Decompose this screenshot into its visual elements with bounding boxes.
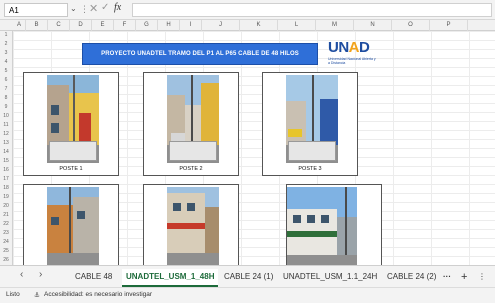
column-header[interactable]: P [430,20,468,31]
row-header[interactable]: 18 [0,184,12,193]
column-header[interactable]: I [180,20,202,31]
more-options-icon: ⋮ [80,4,89,14]
column-header[interactable]: M [316,20,354,31]
street-photo [167,75,219,163]
column-header[interactable]: J [202,20,240,31]
row-header[interactable]: 7 [0,85,12,94]
accessibility-status[interactable]: Accesibilidad: es necesario investigar [44,291,152,298]
row-header[interactable]: 13 [0,139,12,148]
column-header[interactable]: C [48,20,70,31]
more-sheets-button[interactable]: ··· [443,269,451,285]
unad-logo: UNAD Universidad Nacional Abierta y a Di… [328,39,376,70]
column-header[interactable]: H [158,20,180,31]
street-photo [47,75,99,163]
sheet-tab-unadtel-usm-1-1-24h[interactable]: UNADTEL_USM_1.1_24H [283,269,377,285]
row-header[interactable]: 6 [0,76,12,85]
formula-bar: A1 ⌄ ⋮ ✕ ✓ fx [0,0,495,20]
map-inset [288,141,336,161]
photo-card[interactable] [143,184,239,266]
row-header[interactable]: 14 [0,148,12,157]
sheet-tab-cable-24-2[interactable]: CABLE 24 (2) [387,269,436,285]
column-header[interactable]: B [26,20,48,31]
row-header[interactable]: 19 [0,193,12,202]
column-header[interactable]: L [278,20,316,31]
next-sheet-button[interactable]: › [39,269,42,280]
row-header[interactable]: 22 [0,220,12,229]
name-box[interactable]: A1 [4,3,68,17]
row-header[interactable]: 10 [0,112,12,121]
row-header[interactable]: 11 [0,121,12,130]
chevron-down-icon[interactable]: ⌄ [70,4,77,13]
check-icon[interactable]: ✓ [101,2,109,13]
column-header[interactable]: F [114,20,136,31]
prev-sheet-button[interactable]: ‹ [20,269,23,280]
map-inset [49,141,97,161]
add-sheet-button[interactable]: + [461,269,467,285]
photo-card[interactable]: POSTE 3 [262,72,358,176]
formula-input[interactable] [132,3,492,17]
row-header[interactable]: 25 [0,247,12,256]
row-header[interactable]: 23 [0,229,12,238]
row-header[interactable]: 21 [0,211,12,220]
row-header[interactable]: 4 [0,58,12,67]
photo-card[interactable]: POSTE 2 [143,72,239,176]
status-bar: Listo ⚓ Accesibilidad: es necesario inve… [0,287,495,303]
row-header[interactable]: 26 [0,256,12,265]
row-headers: 1 2 3 4 5 6 7 8 9 10 11 12 13 14 15 16 17 18 19 20 21 22 23 24 2… [0,31,13,265]
row-header[interactable]: 12 [0,130,12,139]
column-header[interactable]: E [92,20,114,31]
row-header[interactable]: 8 [0,94,12,103]
row-header[interactable]: 15 [0,157,12,166]
logo-subtitle: Universidad Nacional Abierta y a Distanc… [328,57,376,65]
insert-function-button[interactable]: fx [114,2,121,13]
street-photo [286,75,338,163]
more-options-icon[interactable]: ⋮ [478,269,486,285]
column-header[interactable]: K [240,20,278,31]
map-inset [169,141,217,161]
card-caption: POSTE 1 [59,166,83,172]
sheet-tab-bar: ‹ › CABLE 48 UNADTEL_USM_1_48H CABLE 24 … [0,265,495,287]
sheet-tab-unadtel-usm-1-48h[interactable]: UNADTEL_USM_1_48H [122,269,219,287]
street-photo [167,187,219,266]
row-header[interactable]: 1 [0,31,12,40]
row-header[interactable]: 20 [0,202,12,211]
column-header[interactable]: D [70,20,92,31]
sheet-tab-cable-24-1[interactable]: CABLE 24 (1) [224,269,273,285]
column-header[interactable]: O [392,20,430,31]
column-header[interactable]: N [354,20,392,31]
row-header[interactable]: 3 [0,49,12,58]
photo-card[interactable] [286,184,382,266]
photo-card[interactable]: POSTE 1 [23,72,119,176]
column-header[interactable]: A [13,20,26,31]
row-header[interactable]: 16 [0,166,12,175]
row-header[interactable]: 17 [0,175,12,184]
project-title-banner: PROYECTO UNADTEL TRAMO DEL P1 AL P65 CAB… [82,43,318,65]
row-header[interactable]: 2 [0,40,12,49]
photo-card[interactable] [23,184,119,266]
row-header[interactable]: 9 [0,103,12,112]
logo-text: UNAD [328,39,370,56]
row-header[interactable]: 5 [0,67,12,76]
card-caption: POSTE 2 [179,166,203,172]
row-header[interactable]: 24 [0,238,12,247]
status-ready: Listo [6,291,20,298]
accessibility-icon[interactable]: ⚓ [34,291,40,299]
sheet-tab-cable-48[interactable]: CABLE 48 [75,269,112,285]
cancel-icon[interactable]: ✕ [89,2,98,15]
street-photo [287,187,357,266]
column-headers: ABCDEFGHIJKLMNOP [0,20,495,31]
logo-text-main: UNAD [328,39,370,56]
street-photo [47,187,99,266]
card-caption: POSTE 3 [298,166,322,172]
column-header[interactable]: G [136,20,158,31]
